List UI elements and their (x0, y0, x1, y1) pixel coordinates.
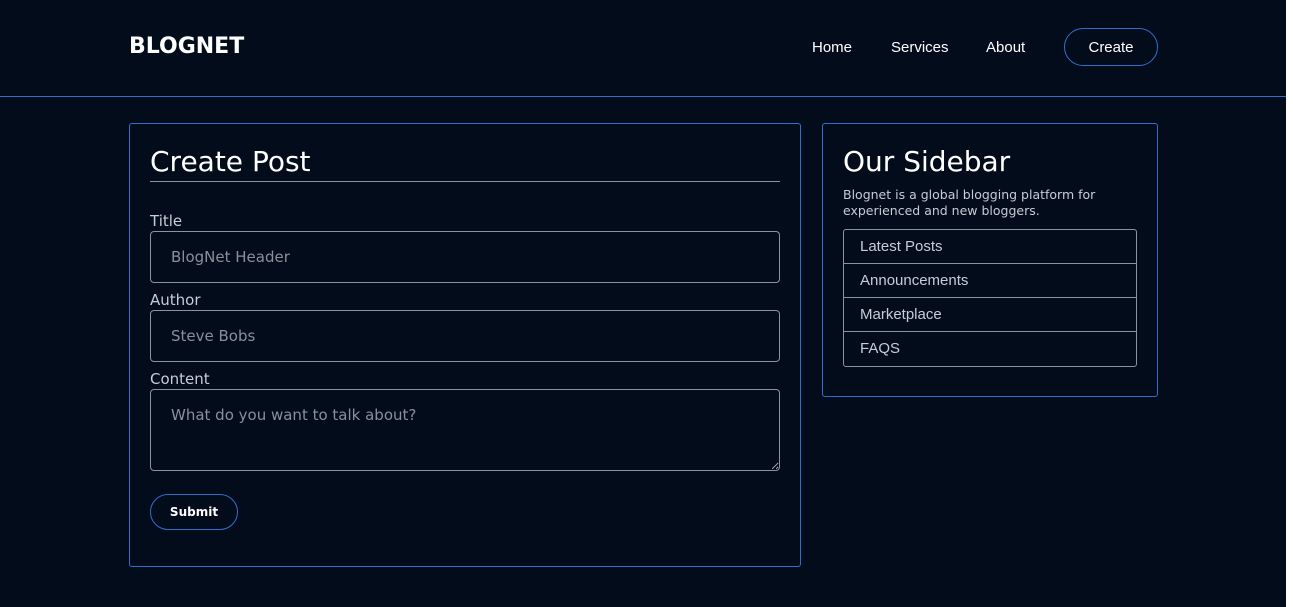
sidebar-list: Latest Posts Announcements Marketplace F… (843, 229, 1137, 367)
page-scrollbar[interactable] (1286, 0, 1293, 607)
submit-button[interactable]: Submit (150, 494, 238, 530)
sidebar-item-latest-posts[interactable]: Latest Posts (844, 230, 1136, 264)
nav-link-home[interactable]: Home (812, 39, 852, 56)
sidebar-item-announcements[interactable]: Announcements (844, 264, 1136, 298)
create-post-card: Create Post Title Author Content Submit (129, 123, 801, 567)
brand-logo[interactable]: BLOGNET (129, 34, 244, 59)
author-label: Author (150, 291, 201, 309)
sidebar-card: Our Sidebar Blognet is a global blogging… (822, 123, 1158, 397)
create-button[interactable]: Create (1064, 28, 1158, 66)
create-post-title: Create Post (150, 145, 311, 178)
sidebar-description: Blognet is a global blogging platform fo… (843, 187, 1096, 218)
content-textarea[interactable] (150, 389, 780, 471)
title-divider (150, 181, 780, 182)
title-label: Title (150, 212, 183, 230)
sidebar-title: Our Sidebar (843, 145, 1011, 178)
nav-link-services[interactable]: Services (891, 39, 949, 56)
content-label: Content (150, 370, 210, 388)
sidebar-item-faqs[interactable]: FAQS (844, 332, 1136, 366)
sidebar-item-marketplace[interactable]: Marketplace (844, 298, 1136, 332)
author-input[interactable] (150, 310, 780, 362)
navbar: BLOGNET Home Services About Create (0, 0, 1286, 97)
nav-link-about[interactable]: About (986, 39, 1025, 56)
title-input[interactable] (150, 231, 780, 283)
